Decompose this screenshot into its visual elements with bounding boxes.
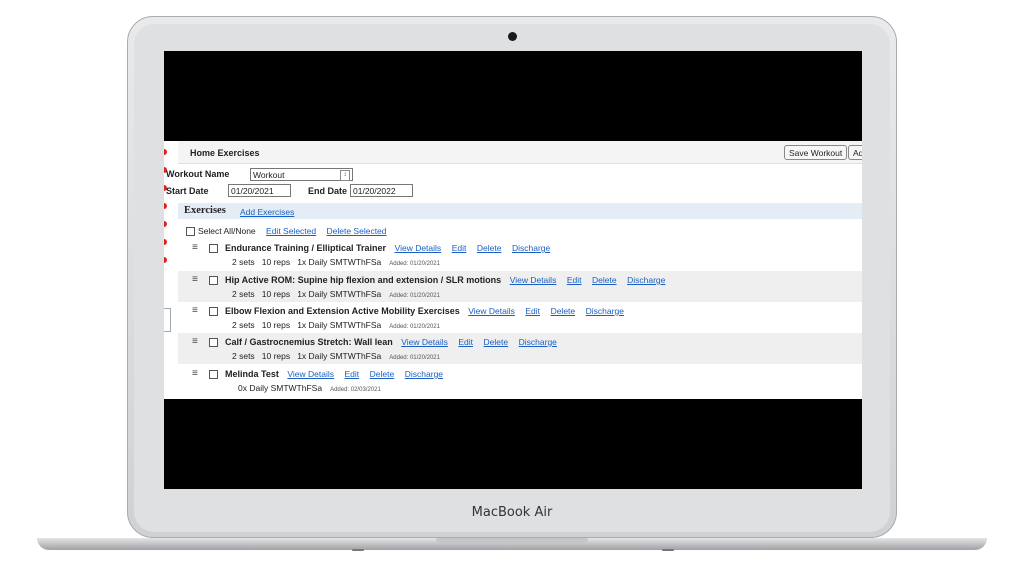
exercise-details: 2 sets 10 reps 1x Daily SMTWThFSa xyxy=(232,289,382,299)
page-header: Home Exercises Save Workout Add Ex xyxy=(178,141,862,164)
drag-handle-icon[interactable]: ≡ xyxy=(192,305,198,316)
edit-link[interactable]: Edit xyxy=(452,243,467,253)
added-date: Added: 01/20/2021 xyxy=(389,324,440,330)
added-date: Added: 01/20/2021 xyxy=(389,355,440,361)
add-exercise-button[interactable]: Add Ex xyxy=(848,145,862,160)
workout-name-field[interactable]: Workout ↕ xyxy=(250,168,353,181)
start-date-label: Start Date xyxy=(166,186,209,196)
red-marker xyxy=(164,239,167,245)
laptop-notch xyxy=(436,538,588,544)
drag-handle-icon[interactable]: ≡ xyxy=(192,242,198,253)
exercise-checkbox[interactable] xyxy=(209,338,218,347)
view-details-link[interactable]: View Details xyxy=(401,337,448,347)
screen: Home Exercises Save Workout Add Ex Worko… xyxy=(164,51,862,489)
field-stepper-icon[interactable]: ↕ xyxy=(340,170,350,181)
red-marker xyxy=(164,257,167,263)
discharge-link[interactable]: Discharge xyxy=(586,306,624,316)
delete-link[interactable]: Delete xyxy=(592,275,617,285)
laptop-foot xyxy=(662,549,674,551)
delete-link[interactable]: Delete xyxy=(477,243,502,253)
end-date-field[interactable]: 01/20/2022 xyxy=(350,184,413,197)
exercise-name: Hip Active ROM: Supine hip flexion and e… xyxy=(225,275,502,285)
drag-handle-icon[interactable]: ≡ xyxy=(192,274,198,285)
exercise-details: 2 sets 10 reps 1x Daily SMTWThFSa xyxy=(232,351,382,361)
discharge-link[interactable]: Discharge xyxy=(627,275,665,285)
device-brand: MacBook Air xyxy=(471,505,553,520)
start-date-field[interactable]: 01/20/2021 xyxy=(228,184,291,197)
exercise-row: ≡ Calf / Gastrocnemius Stretch: Wall lea… xyxy=(178,333,862,364)
add-exercises-link[interactable]: Add Exercises xyxy=(240,207,294,217)
view-details-link[interactable]: View Details xyxy=(287,369,334,379)
added-date: Added: 01/20/2021 xyxy=(389,261,440,267)
exercise-checkbox[interactable] xyxy=(209,276,218,285)
end-date-label: End Date xyxy=(308,186,348,196)
selection-toolbar: Select All/None Edit Selected Delete Sel… xyxy=(186,226,387,237)
edit-link[interactable]: Edit xyxy=(458,337,473,347)
exercise-checkbox[interactable] xyxy=(209,370,218,379)
select-all-checkbox[interactable] xyxy=(186,227,195,237)
delete-link[interactable]: Delete xyxy=(551,306,576,316)
edit-link[interactable]: Edit xyxy=(345,369,360,379)
end-date-value: 01/20/2022 xyxy=(353,186,396,196)
added-date: Added: 01/20/2021 xyxy=(389,293,440,299)
discharge-link[interactable]: Discharge xyxy=(519,337,557,347)
view-details-link[interactable]: View Details xyxy=(395,243,442,253)
page-title: Home Exercises xyxy=(190,148,260,158)
added-date: Added: 02/03/2021 xyxy=(330,387,381,393)
start-date-value: 01/20/2021 xyxy=(231,186,274,196)
drag-handle-icon[interactable]: ≡ xyxy=(192,368,198,379)
workout-name-label: Workout Name xyxy=(166,169,230,179)
discharge-link[interactable]: Discharge xyxy=(512,243,550,253)
edit-link[interactable]: Edit xyxy=(525,306,540,316)
camera-icon xyxy=(508,32,517,41)
delete-link[interactable]: Delete xyxy=(370,369,395,379)
sidebar-edge xyxy=(164,141,178,399)
red-marker xyxy=(164,221,167,227)
exercise-details: 2 sets 10 reps 1x Daily SMTWThFSa xyxy=(232,320,382,330)
laptop-foot xyxy=(352,549,364,551)
exercises-bar: Exercises Add Exercises xyxy=(178,203,862,219)
delete-link[interactable]: Delete xyxy=(484,337,509,347)
red-marker xyxy=(164,203,167,209)
exercise-checkbox[interactable] xyxy=(209,244,218,253)
delete-selected-link[interactable]: Delete Selected xyxy=(327,226,387,236)
edit-selected-link[interactable]: Edit Selected xyxy=(266,226,316,236)
exercise-checkbox[interactable] xyxy=(209,307,218,316)
save-workout-button[interactable]: Save Workout xyxy=(784,145,848,160)
exercises-title: Exercises xyxy=(184,205,226,216)
exercise-name: Melinda Test xyxy=(225,369,279,379)
sidebar-tab[interactable] xyxy=(164,308,171,332)
workout-name-value: Workout xyxy=(253,170,285,180)
drag-handle-icon[interactable]: ≡ xyxy=(192,336,198,347)
exercise-details: 0x Daily SMTWThFSa xyxy=(238,383,323,393)
exercise-name: Elbow Flexion and Extension Active Mobil… xyxy=(225,306,460,316)
exercise-row: ≡ Hip Active ROM: Supine hip flexion and… xyxy=(178,271,862,302)
exercise-row: ≡ Melinda Test View Details Edit Delete … xyxy=(178,365,862,396)
exercise-name: Calf / Gastrocnemius Stretch: Wall lean xyxy=(225,337,393,347)
view-details-link[interactable]: View Details xyxy=(510,275,557,285)
discharge-link[interactable]: Discharge xyxy=(405,369,443,379)
app-window: Home Exercises Save Workout Add Ex Worko… xyxy=(164,141,862,399)
select-all-label: Select All/None xyxy=(198,226,256,236)
exercise-name: Endurance Training / Elliptical Trainer xyxy=(225,243,387,253)
edit-link[interactable]: Edit xyxy=(567,275,582,285)
red-marker xyxy=(164,149,167,155)
exercise-row: ≡ Endurance Training / Elliptical Traine… xyxy=(178,239,862,270)
view-details-link[interactable]: View Details xyxy=(468,306,515,316)
exercise-details: 2 sets 10 reps 1x Daily SMTWThFSa xyxy=(232,257,382,267)
exercise-row: ≡ Elbow Flexion and Extension Active Mob… xyxy=(178,302,862,333)
